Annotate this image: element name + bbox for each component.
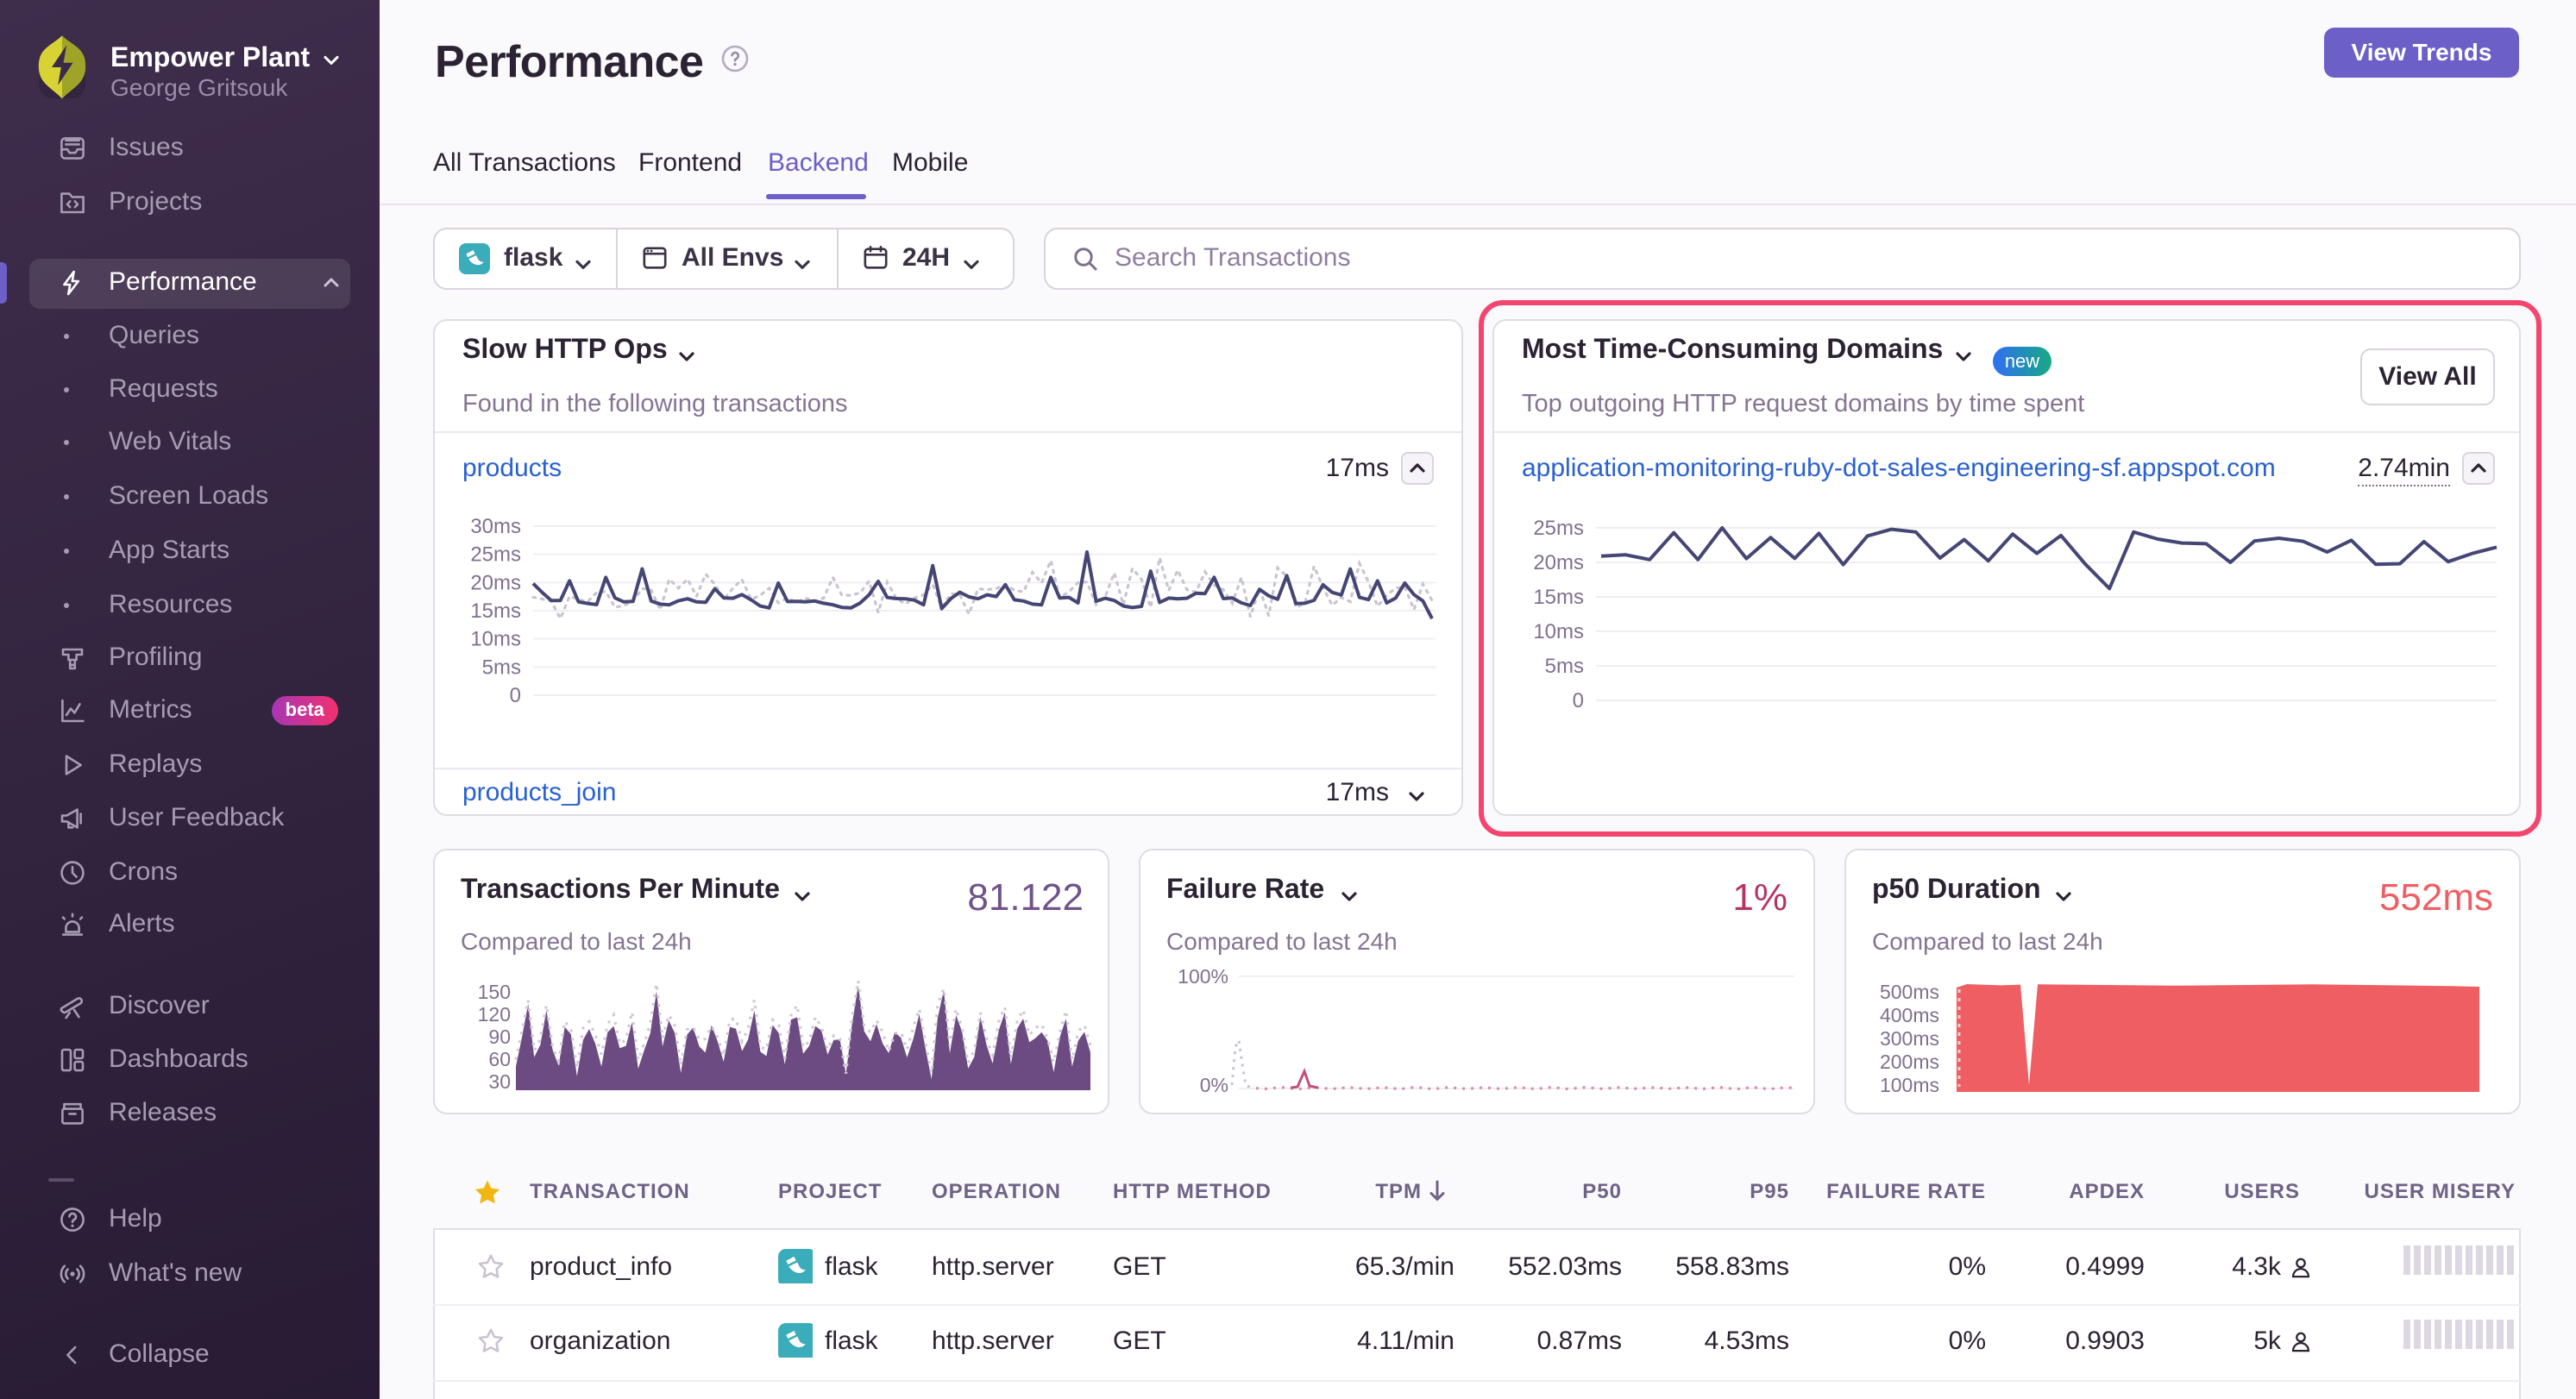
svg-text:0: 0	[510, 684, 521, 707]
svg-text:5ms: 5ms	[1545, 655, 1584, 678]
svg-text:20ms: 20ms	[470, 571, 521, 594]
svg-text:60: 60	[488, 1048, 511, 1070]
svg-text:10ms: 10ms	[1533, 620, 1584, 643]
svg-text:100ms: 100ms	[1880, 1074, 1939, 1096]
svg-text:0%: 0%	[1200, 1074, 1228, 1096]
svg-text:200ms: 200ms	[1880, 1051, 1939, 1073]
svg-text:120: 120	[478, 1003, 511, 1026]
svg-text:30: 30	[488, 1070, 511, 1093]
svg-text:90: 90	[488, 1026, 511, 1048]
svg-text:500ms: 500ms	[1880, 981, 1939, 1003]
svg-text:0: 0	[1573, 689, 1584, 712]
svg-text:300ms: 300ms	[1880, 1027, 1939, 1050]
svg-text:150: 150	[478, 981, 511, 1003]
svg-text:30ms: 30ms	[470, 515, 521, 538]
svg-text:20ms: 20ms	[1533, 551, 1584, 574]
svg-text:400ms: 400ms	[1880, 1004, 1939, 1026]
svg-text:25ms: 25ms	[1533, 517, 1584, 540]
svg-text:15ms: 15ms	[470, 599, 521, 623]
svg-text:100%: 100%	[1178, 965, 1228, 988]
svg-text:15ms: 15ms	[1533, 586, 1584, 609]
svg-text:10ms: 10ms	[470, 628, 521, 651]
svg-text:5ms: 5ms	[482, 656, 521, 679]
svg-text:25ms: 25ms	[470, 543, 521, 567]
